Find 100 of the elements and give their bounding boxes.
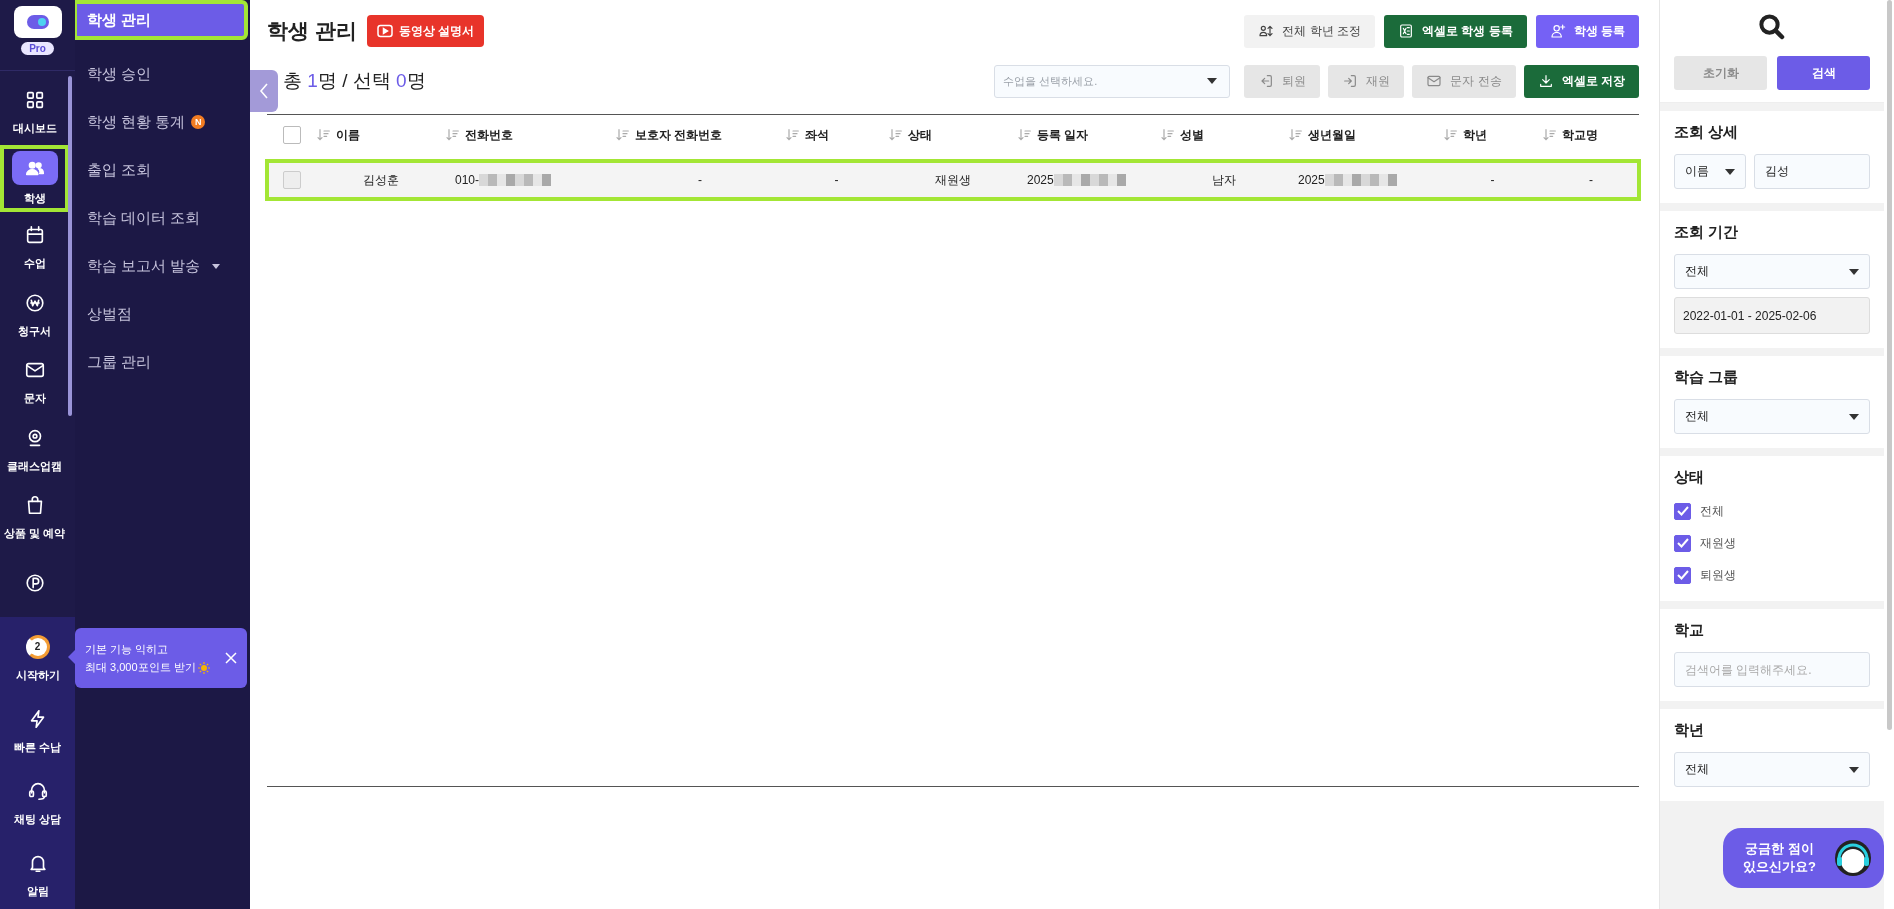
nav-item[interactable]: 클래스업캠 bbox=[0, 414, 69, 483]
sort-icon bbox=[615, 127, 631, 143]
checkbox-label[interactable]: 퇴원생 bbox=[1700, 566, 1736, 584]
column-header[interactable]: 상태 bbox=[888, 126, 1017, 144]
nav-item[interactable]: 대시보드 bbox=[0, 77, 69, 145]
toolbar-button[interactable]: 전체 학년 조정 bbox=[1244, 14, 1375, 48]
won-coin-icon bbox=[23, 291, 46, 314]
column-header[interactable]: 생년월일 bbox=[1288, 126, 1443, 144]
sun-icon bbox=[197, 662, 210, 675]
sidebar-item[interactable]: 학생 승인 bbox=[75, 50, 246, 98]
dropdown[interactable]: 전체 bbox=[1674, 399, 1870, 434]
sort-icon bbox=[1017, 127, 1033, 143]
section-title: 상태 bbox=[1674, 468, 1705, 487]
table-cell: 남자 bbox=[1212, 171, 1236, 189]
enter-icon bbox=[1342, 73, 1359, 89]
action-button[interactable]: 엑셀로 저장 bbox=[1523, 64, 1639, 98]
plan-badge: Pro bbox=[21, 42, 54, 55]
app-logo bbox=[13, 6, 62, 38]
table-cell: 2025 bbox=[1298, 173, 1325, 187]
page-title: 학생 관리 bbox=[267, 18, 357, 44]
column-header[interactable]: 등록 일자 bbox=[1017, 126, 1160, 144]
caret-icon bbox=[1849, 413, 1859, 420]
search-icon bbox=[1757, 12, 1787, 42]
checkbox-label[interactable]: 전체 bbox=[1700, 502, 1724, 520]
column-header[interactable]: 전화번호 bbox=[445, 126, 615, 144]
sort-icon bbox=[1160, 127, 1176, 143]
sort-icon bbox=[1288, 127, 1304, 143]
envelope-icon bbox=[1426, 73, 1443, 89]
section-title: 학년 bbox=[1674, 721, 1705, 740]
new-badge: N bbox=[191, 115, 206, 129]
sidebar-item[interactable]: 학생 관리 bbox=[75, 2, 246, 38]
checkbox-label[interactable]: 재원생 bbox=[1700, 534, 1736, 552]
caret-icon bbox=[1849, 766, 1859, 773]
column-header[interactable]: 성별 bbox=[1160, 126, 1288, 144]
tooltip-text: 기본 기능 익히고 최대 3,000포인트 받기 bbox=[85, 640, 223, 676]
table-cell: - bbox=[1589, 173, 1593, 187]
column-header[interactable]: 보호자 전화번호 bbox=[615, 126, 785, 144]
play-icon bbox=[376, 24, 393, 38]
spreadsheet-icon bbox=[1398, 23, 1414, 39]
name-field[interactable]: 김성 bbox=[1754, 154, 1870, 189]
checkbox[interactable] bbox=[1674, 502, 1691, 520]
column-header[interactable]: 좌석 bbox=[785, 126, 888, 144]
sort-icon bbox=[1443, 127, 1459, 143]
nav-item[interactable]: 빠른 수납 bbox=[0, 693, 75, 765]
table-cell: 2025 bbox=[1027, 173, 1054, 187]
nav-item[interactable]: 청구서 bbox=[0, 279, 69, 348]
selection-summary: 총 1명 / 선택 0명 bbox=[282, 69, 426, 93]
sidebar-item[interactable]: 상벌점 bbox=[75, 290, 246, 338]
section-title: 학교 bbox=[1674, 621, 1705, 640]
sidebar-item[interactable]: 학습 데이터 조회 bbox=[75, 194, 246, 242]
sort-icon bbox=[316, 127, 332, 143]
nav-item[interactable]: 알림 bbox=[0, 837, 75, 909]
nav-item[interactable]: 문자 bbox=[0, 347, 69, 415]
toolbar-button[interactable]: 엑셀로 학생 등록 bbox=[1384, 14, 1527, 48]
sidebar-item[interactable]: 학습 보고서 발송 bbox=[75, 242, 246, 290]
close-button[interactable] bbox=[223, 650, 239, 666]
section-title: 조회 상세 bbox=[1674, 123, 1740, 142]
avatar-icon bbox=[1834, 839, 1872, 877]
point-coin-icon bbox=[23, 572, 46, 595]
nav-item[interactable]: 학생 bbox=[0, 144, 69, 213]
people-arrows-icon bbox=[1258, 23, 1275, 39]
nav-item[interactable]: 채팅 상담 bbox=[0, 765, 75, 837]
dropdown[interactable]: 전체 bbox=[1674, 254, 1870, 289]
toolbar-button[interactable]: 학생 등록 bbox=[1535, 14, 1639, 48]
sort-icon bbox=[1542, 127, 1558, 143]
nav-item[interactable]: 수업 bbox=[0, 212, 69, 280]
sidebar-item[interactable]: 그룹 관리 bbox=[75, 338, 246, 386]
date-range-field[interactable]: 2022-01-01 - 2025-02-06 bbox=[1674, 297, 1870, 334]
progress-badge: 2 bbox=[25, 634, 50, 659]
caret-icon bbox=[1849, 268, 1859, 275]
column-header[interactable]: 학교명 bbox=[1542, 126, 1640, 144]
video-guide-button[interactable]: 동영상 설명서 bbox=[366, 15, 485, 47]
row-checkbox[interactable] bbox=[282, 171, 301, 189]
download-icon bbox=[1537, 73, 1554, 89]
section-title: 조회 기간 bbox=[1674, 223, 1740, 242]
table-cell: - bbox=[834, 173, 839, 187]
sort-icon bbox=[785, 127, 801, 143]
sort-icon bbox=[888, 127, 904, 143]
column-header[interactable]: 학년 bbox=[1443, 126, 1542, 144]
person-plus-icon bbox=[1549, 23, 1566, 39]
sidebar-item[interactable]: 학생 현황 통계 N bbox=[75, 98, 246, 146]
table-cell: 010- bbox=[455, 173, 480, 187]
search-field[interactable]: 검색어를 입력해주세요. bbox=[1674, 652, 1870, 687]
table-cell: 재원생 bbox=[934, 171, 971, 189]
nav-item[interactable]: 상품 및 예약 bbox=[0, 482, 69, 550]
select-all-checkbox[interactable] bbox=[282, 126, 301, 144]
field-select[interactable]: 이름 bbox=[1674, 154, 1746, 189]
checkbox[interactable] bbox=[1674, 566, 1691, 584]
caret-icon bbox=[1207, 78, 1218, 84]
checkbox[interactable] bbox=[1674, 534, 1691, 552]
table-cell: 김성훈 bbox=[362, 171, 399, 189]
column-header[interactable]: 이름 bbox=[316, 126, 445, 144]
table-row[interactable]: 김성훈 010- - - 재원생 2025 남자 2025 - - bbox=[267, 161, 1639, 199]
sidebar-item[interactable]: 출입 조회 bbox=[75, 146, 246, 194]
caret-icon bbox=[1725, 168, 1735, 175]
sort-icon bbox=[445, 127, 461, 143]
search-button[interactable]: 검색 bbox=[1777, 56, 1870, 90]
dropdown[interactable]: 전체 bbox=[1674, 752, 1870, 787]
nav-item[interactable]: 2 시작하기 bbox=[0, 621, 75, 693]
help-chat-button[interactable]: 궁금한 점이 있으신가요? bbox=[1723, 828, 1884, 888]
